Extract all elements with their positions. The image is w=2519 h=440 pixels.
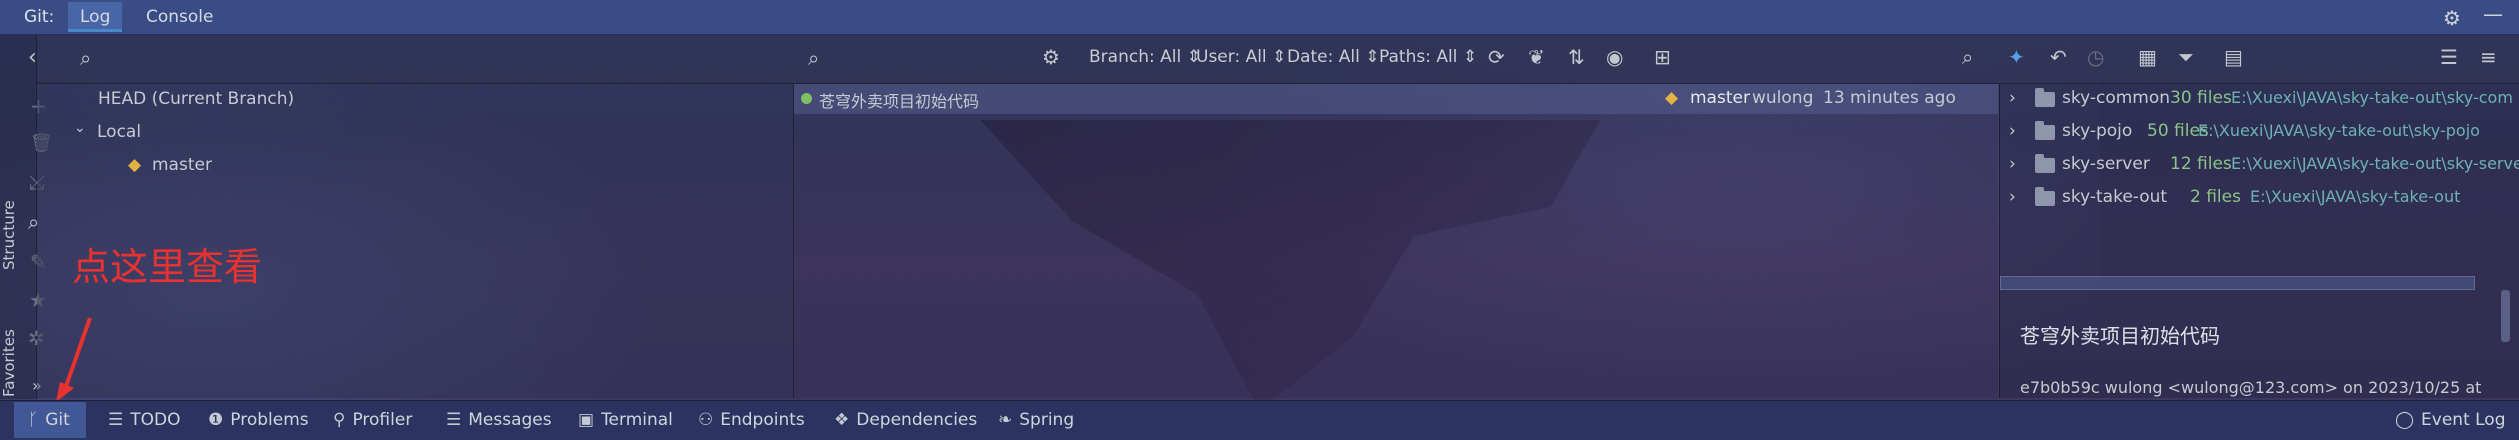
search-dropdown-icon[interactable]: ⌕ <box>808 48 819 68</box>
gear-icon[interactable]: ⚙ <box>2443 6 2461 30</box>
horizontal-scrollbar[interactable] <box>2000 276 2475 290</box>
refresh-icon[interactable]: ⟳ <box>1488 47 1505 67</box>
chevron-right-icon[interactable]: › <box>2009 121 2016 141</box>
messages-icon: ☰ <box>446 410 462 430</box>
commit-search-input[interactable] <box>836 44 1040 72</box>
file-module-path: E:\Xuexi\JAVA\sky-take-out\sky-pojo <box>2198 121 2480 140</box>
git-tool-button[interactable]: ᚴ Git <box>28 410 70 430</box>
new-tab-icon[interactable]: ⊞ <box>1654 47 1671 67</box>
file-module-path: E:\Xuexi\JAVA\sky-take-out\sky-server <box>2231 154 2519 173</box>
terminal-icon: ▣ <box>578 410 595 430</box>
layout-icon[interactable]: ▤ <box>2224 47 2243 67</box>
branch-group-local[interactable]: Local <box>97 122 141 142</box>
annotation-arrow <box>56 317 92 402</box>
chevron-right-icon[interactable]: › <box>2009 154 2016 174</box>
problems-tool-button[interactable]: ❶ Problems <box>208 410 309 430</box>
problems-icon: ❶ <box>208 410 224 430</box>
profiler-icon: ⚲ <box>333 410 346 430</box>
paths-filter[interactable]: Paths: All ⇕ <box>1379 47 1477 67</box>
gear-icon[interactable]: ⚙ <box>1042 47 1060 67</box>
search-icon[interactable]: ⌕ <box>1962 47 1973 67</box>
branch-search-input[interactable] <box>104 44 788 72</box>
folder-icon <box>2035 88 2055 107</box>
list-icon: ☰ <box>108 410 124 430</box>
event-log-button[interactable]: ◯ Event Log <box>2395 410 2506 430</box>
tab-log[interactable]: Log <box>68 2 123 32</box>
endpoints-icon: ⚇ <box>698 410 714 430</box>
folder-icon <box>2035 154 2055 173</box>
file-module-name[interactable]: sky-take-out <box>2062 187 2167 207</box>
sort-icon[interactable]: ⇅ <box>1568 47 1585 67</box>
branch-filter[interactable]: Branch: All ⇕ <box>1089 47 1201 67</box>
minimize-icon[interactable]: — <box>2483 2 2503 26</box>
commit-ref: master <box>1690 88 1750 108</box>
filter-icon[interactable]: ⏷ <box>2178 47 2194 67</box>
tab-console[interactable]: Console <box>134 2 226 32</box>
terminal-tool-button[interactable]: ▣ Terminal <box>578 410 673 430</box>
date-filter[interactable]: Date: All ⇕ <box>1287 47 1380 67</box>
collapse-all-icon[interactable]: ≡ <box>2480 47 2497 67</box>
folder-icon <box>2035 187 2055 206</box>
file-module-count: 12 files <box>2170 154 2232 174</box>
back-arrow-icon[interactable]: ‹ <box>28 47 37 69</box>
git-tool-window-header: Git: Log Console ⚙ — <box>0 0 2519 35</box>
history-icon[interactable]: ◷ <box>2087 47 2104 67</box>
file-module-count: 2 files <box>2190 187 2241 207</box>
cherry-pick-blue-icon[interactable]: ✦ <box>2008 47 2025 67</box>
dependencies-icon: ❖ <box>834 410 850 430</box>
chevron-right-icon[interactable]: › <box>2009 88 2016 108</box>
branch-head[interactable]: HEAD (Current Branch) <box>98 89 294 109</box>
commit-log <box>794 84 1998 398</box>
expand-all-icon[interactable]: ☰ <box>2440 47 2458 67</box>
todo-tool-button[interactable]: ☰ TODO <box>108 410 181 430</box>
file-module-name[interactable]: sky-common <box>2062 88 2170 108</box>
messages-tool-button[interactable]: ☰ Messages <box>446 410 552 430</box>
profiler-tool-button[interactable]: ⚲ Profiler <box>333 410 412 430</box>
commit-details-meta: e7b0b59c wulong <wulong@123.com> on 2023… <box>2020 378 2482 397</box>
structure-label[interactable]: Structure <box>0 200 18 270</box>
tag-icon: ◆ <box>1665 88 1679 108</box>
file-module-path: E:\Xuexi\JAVA\sky-take-out <box>2250 187 2461 206</box>
vertical-scrollbar[interactable] <box>2501 290 2510 342</box>
annotation-text: 点这里查看 <box>72 245 263 289</box>
dependencies-tool-button[interactable]: ❖ Dependencies <box>834 410 977 430</box>
chevron-right-icon[interactable]: › <box>2009 187 2016 207</box>
eye-icon[interactable]: ◉ <box>1606 47 1623 67</box>
tool-window-label: Git: <box>24 7 55 27</box>
tag-icon: ◆ <box>128 155 142 175</box>
file-module-name[interactable]: sky-pojo <box>2062 121 2132 141</box>
file-module-name[interactable]: sky-server <box>2062 154 2150 174</box>
commit-author: wulong <box>1752 88 1814 108</box>
chevron-down-icon[interactable]: ⌄ <box>74 120 86 136</box>
revert-icon[interactable]: ↶ <box>2050 47 2067 67</box>
branch-master[interactable]: master <box>152 155 212 175</box>
cherry-pick-icon[interactable]: ❦ <box>1528 47 1545 67</box>
spring-leaf-icon: ❧ <box>998 410 1013 430</box>
favorites-label[interactable]: Favorites <box>0 329 18 397</box>
commit-message[interactable]: 苍穹外卖项目初始代码 <box>819 88 979 112</box>
folder-icon <box>2035 121 2055 140</box>
commit-dot <box>801 93 812 104</box>
event-log-icon: ◯ <box>2395 410 2415 430</box>
file-module-count: 30 files <box>2170 88 2232 108</box>
git-branch-icon: ᚴ <box>28 410 39 430</box>
endpoints-tool-button[interactable]: ⚇ Endpoints <box>698 410 805 430</box>
commit-time: 13 minutes ago <box>1823 88 1956 108</box>
search-icon: ⌕ <box>80 46 92 70</box>
spring-tool-button[interactable]: ❧ Spring <box>998 410 1074 430</box>
commit-details-title: 苍穹外卖项目初始代码 <box>2020 324 2220 348</box>
group-by-icon[interactable]: ▦ <box>2138 47 2157 67</box>
file-module-path: E:\Xuexi\JAVA\sky-take-out\sky-com <box>2231 88 2513 107</box>
user-filter[interactable]: User: All ⇕ <box>1196 47 1286 67</box>
